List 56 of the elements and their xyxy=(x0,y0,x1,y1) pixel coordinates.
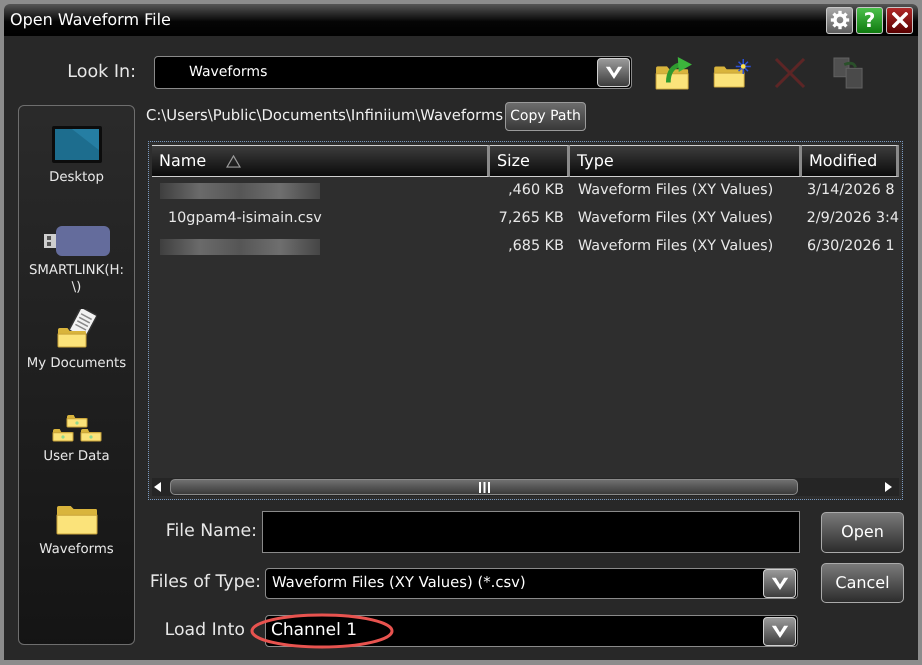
screen-icon xyxy=(52,126,102,163)
chevron-left-icon xyxy=(154,482,162,492)
window-title: Open Waveform File xyxy=(10,9,171,31)
close-button[interactable] xyxy=(886,6,913,34)
file-name-field[interactable] xyxy=(262,511,800,553)
table-cell-text: Waveform Files (XY Values) xyxy=(577,181,774,200)
chevron-down-icon xyxy=(604,65,622,80)
files-of-type-label: Files of Type: xyxy=(148,571,261,594)
table-cell-text: 2/9/2026 3:4 xyxy=(806,209,899,228)
sidebar-item[interactable]: User Data xyxy=(20,392,133,485)
open-button[interactable]: Open xyxy=(821,512,904,552)
chevron-down-icon xyxy=(770,624,788,638)
dropdown-button[interactable] xyxy=(597,58,630,87)
documents-icon xyxy=(833,56,863,88)
folder-icon xyxy=(56,505,98,535)
table-cell-text: 6/30/2026 1 xyxy=(806,237,896,256)
file-name-label: File Name: xyxy=(164,520,257,544)
grip-icon xyxy=(478,482,490,492)
folder-document-icon xyxy=(56,309,96,349)
cross-icon xyxy=(774,56,806,88)
chevron-right-icon xyxy=(885,482,893,492)
close-icon xyxy=(892,12,908,28)
scrollbar-thumb[interactable] xyxy=(170,479,798,495)
table-cell-text: 7,265 KB xyxy=(498,209,565,228)
sidebar-item[interactable]: SMARTLINK(H:\) xyxy=(20,206,133,299)
table-cell-text: 10gpam4-isimain.csv xyxy=(167,209,323,228)
chevron-down-icon xyxy=(770,576,788,590)
dropdown-button[interactable] xyxy=(763,568,796,598)
sidebar-item[interactable]: Waveforms xyxy=(20,485,133,578)
load-into-dropdown[interactable]: Channel 1 xyxy=(265,615,798,647)
column-header[interactable]: Modified xyxy=(802,145,899,177)
look-in-label: Look In: xyxy=(66,61,136,84)
folder-up-arrow-icon xyxy=(655,56,693,90)
sidebar-item[interactable]: My Documents xyxy=(20,299,133,392)
load-into-label: Load Into xyxy=(164,619,246,642)
settings-icon xyxy=(830,10,850,30)
table-cell-text: 3/14/2026 8 xyxy=(806,181,896,200)
folders-icon xyxy=(52,414,102,442)
folder-sparkle-icon xyxy=(713,58,751,88)
table-cell-text: Waveform Files (XY Values) xyxy=(576,209,774,228)
column-header[interactable]: Name xyxy=(152,145,490,177)
table-cell-text: ,685 KB xyxy=(507,237,565,256)
cancel-button[interactable]: Cancel xyxy=(821,563,904,603)
table-cell-text: Waveform Files (XY Values) xyxy=(577,237,774,256)
files-of-type-dropdown[interactable]: Waveform Files (XY Values) (*.csv) xyxy=(265,568,798,598)
usb-drive-icon xyxy=(44,226,110,256)
table-cell-text: ,460 KB xyxy=(507,181,565,200)
copy-path-button[interactable]: Copy Path xyxy=(505,102,586,131)
up-folder-button[interactable] xyxy=(654,54,694,90)
look-in-dropdown[interactable]: Waveforms xyxy=(154,56,632,89)
dropdown-button[interactable] xyxy=(763,616,796,646)
sidebar-item[interactable]: Desktop xyxy=(20,113,133,206)
column-header[interactable]: Size xyxy=(490,145,570,177)
column-header[interactable]: Type xyxy=(570,145,802,177)
folder-path: C:\Users\Public\Documents\Infiniium\Waveforms xyxy=(146,106,504,126)
settings-button[interactable] xyxy=(826,6,853,34)
